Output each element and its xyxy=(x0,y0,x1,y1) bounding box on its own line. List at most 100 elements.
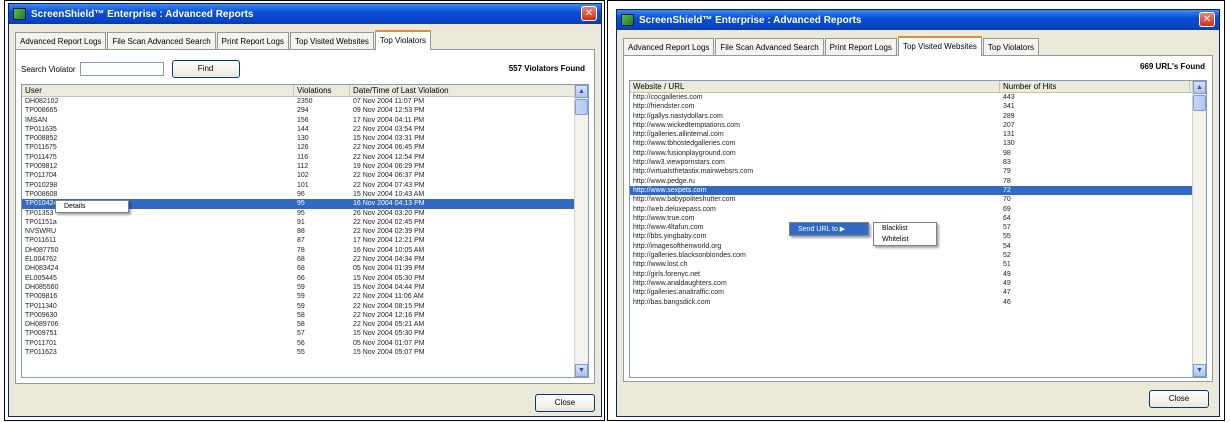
table-row[interactable]: http://www.babypoliteshutter.com 70 xyxy=(630,195,1206,204)
table-row[interactable]: http://ww3.viewpornstars.com 83 xyxy=(630,158,1206,167)
table-cell: DH087750 xyxy=(25,246,59,254)
table-row[interactable]: TP011611 87 17 Nov 2004 12:21 PM xyxy=(22,236,588,245)
context-menu-details[interactable]: Details xyxy=(56,201,128,212)
scroll-thumb[interactable] xyxy=(575,99,588,115)
tab-advanced-report-logs[interactable]: Advanced Report Logs xyxy=(623,38,715,55)
table-row[interactable]: TP009812 112 19 Nov 2004 06:29 PM xyxy=(22,162,588,171)
column-header-website-url[interactable]: Website / URL xyxy=(630,81,1000,92)
table-row[interactable]: NVSWRU 88 22 Nov 2004 02:39 PM xyxy=(22,227,588,236)
tab-top-violators[interactable]: Top Violators xyxy=(982,38,1040,55)
table-row[interactable]: TP010298 101 22 Nov 2004 07:43 PM xyxy=(22,181,588,190)
table-row[interactable]: http://www.wickedtemptations.com 207 xyxy=(630,121,1206,130)
scroll-down-icon[interactable]: ▼ xyxy=(1193,364,1206,377)
table-row[interactable]: http://web.deluxepass.com 69 xyxy=(630,205,1206,214)
left-close-window-icon[interactable]: ✕ xyxy=(581,6,597,21)
left-close-button[interactable]: Close xyxy=(535,394,595,412)
find-button[interactable]: Find xyxy=(171,60,240,78)
table-cell: 56 xyxy=(297,339,305,347)
left-tab-strip: Advanced Report Logs File Scan Advanced … xyxy=(15,30,595,50)
table-row[interactable]: http://www.tbhostedgalleries.com 130 xyxy=(630,139,1206,148)
table-cell: 68 xyxy=(297,256,305,264)
table-row[interactable]: http://virtualsthetastix.mainwebsrs.com 7… xyxy=(630,167,1206,176)
table-row[interactable]: TP008852 130 15 Nov 2004 03:31 PM xyxy=(22,134,588,143)
send-url-to-label: Send URL to xyxy=(798,226,838,233)
table-row[interactable]: TP008665 294 09 Nov 2004 12:53 PM xyxy=(22,106,588,115)
table-row[interactable]: TP011635 144 22 Nov 2004 03:54 PM xyxy=(22,125,588,134)
tab-top-visited-websites[interactable]: Top Visited Websites xyxy=(897,36,982,56)
table-row[interactable]: TP011701 56 05 Nov 2004 01:07 PM xyxy=(22,339,588,348)
table-row[interactable]: http://www.sexpets.com 72 xyxy=(630,185,1206,196)
table-row[interactable]: http://www.fusionplayground.com 98 xyxy=(630,149,1206,158)
table-row[interactable]: http://www.lost.ch 51 xyxy=(630,260,1206,269)
table-row[interactable]: IMSAN 156 17 Nov 2004 04:11 PM xyxy=(22,116,588,125)
table-row[interactable]: http://www.analdaughters.com 49 xyxy=(630,279,1206,288)
table-row[interactable]: EL005445 66 15 Nov 2004 05:30 PM xyxy=(22,274,588,283)
tab-print-report-logs[interactable]: Print Report Logs xyxy=(824,38,897,55)
submenu-whitelist[interactable]: Whitelist xyxy=(874,234,936,245)
table-cell: 15 Nov 2004 05:30 PM xyxy=(353,330,425,338)
column-header-number-of-hits[interactable]: Number of Hits xyxy=(1000,81,1190,92)
table-row[interactable]: http://bas.bangsdick.com 46 xyxy=(630,298,1206,307)
table-cell: 55 xyxy=(297,349,305,357)
table-cell: 78 xyxy=(1003,177,1011,185)
submenu-arrow-icon: ▶ xyxy=(839,226,846,233)
submenu-blacklist[interactable]: Blacklist xyxy=(874,223,936,234)
table-row[interactable]: TP011340 59 22 Nov 2004 08:15 PM xyxy=(22,302,588,311)
scroll-thumb[interactable] xyxy=(1193,95,1206,111)
table-row[interactable]: http://friendster.com 341 xyxy=(630,102,1206,111)
table-row[interactable]: TP011675 126 22 Nov 2004 06:45 PM xyxy=(22,143,588,152)
table-row[interactable]: TP008608 96 15 Nov 2004 10:43 AM xyxy=(22,190,588,199)
table-cell: 131 xyxy=(1003,131,1015,139)
tab-file-scan-advanced-search[interactable]: File Scan Advanced Search xyxy=(107,32,216,49)
table-row[interactable]: DH087750 78 16 Nov 2004 10:05 AM xyxy=(22,246,588,255)
column-header-user[interactable]: User xyxy=(22,85,294,96)
table-row[interactable]: TP009630 58 22 Nov 2004 12:16 PM xyxy=(22,311,588,320)
table-row[interactable]: DH089706 58 22 Nov 2004 05:21 AM xyxy=(22,320,588,329)
search-violator-input[interactable] xyxy=(79,62,164,76)
tab-file-scan-advanced-search[interactable]: File Scan Advanced Search xyxy=(715,38,824,55)
tab-top-visited-websites[interactable]: Top Visited Websites xyxy=(289,32,374,49)
table-row[interactable]: DH082102 2350 07 Nov 2004 11:07 PM xyxy=(22,97,588,106)
table-row[interactable]: http://www.pedge.ru 78 xyxy=(630,177,1206,186)
websites-scrollbar[interactable]: ▲ ▼ xyxy=(1192,81,1206,377)
table-cell: 22 Nov 2004 08:15 PM xyxy=(353,302,425,310)
column-header-violations[interactable]: Violations xyxy=(294,85,350,96)
table-cell: http://virtualsthetastix.mainwebsrs.com xyxy=(633,168,754,176)
table-cell: 26 Nov 2004 03:20 PM xyxy=(353,209,425,217)
table-row[interactable]: http://gallys.nastydollars.com 289 xyxy=(630,112,1206,121)
table-cell: NVSWRU xyxy=(25,228,57,236)
table-cell: 22 Nov 2004 06:45 PM xyxy=(353,144,425,152)
table-row[interactable]: TP011623 55 15 Nov 2004 05:07 PM xyxy=(22,348,588,357)
table-row[interactable]: http://galleries.blacksonblondes.com 52 xyxy=(630,251,1206,260)
table-row[interactable]: http://girls.forenyc.net 49 xyxy=(630,270,1206,279)
table-row[interactable]: DH085560 59 15 Nov 2004 04:44 PM xyxy=(22,283,588,292)
scroll-up-icon[interactable]: ▲ xyxy=(575,85,588,98)
right-close-button[interactable]: Close xyxy=(1149,390,1209,408)
table-row[interactable]: TP01151a 91 22 Nov 2004 02:45 PM xyxy=(22,218,588,227)
table-row[interactable]: http://galleries.analtraffic.com 47 xyxy=(630,288,1206,297)
tab-advanced-report-logs[interactable]: Advanced Report Logs xyxy=(15,32,107,49)
table-cell: TP008852 xyxy=(25,135,58,143)
right-close-window-icon[interactable]: ✕ xyxy=(1199,12,1215,27)
table-row[interactable]: TP011475 116 22 Nov 2004 12:54 PM xyxy=(22,153,588,162)
table-row[interactable]: http://galleries.allinternal.com 131 xyxy=(630,130,1206,139)
tab-top-violators[interactable]: Top Violators xyxy=(374,30,432,50)
violators-scrollbar[interactable]: ▲ ▼ xyxy=(574,85,588,377)
table-cell: 144 xyxy=(297,125,309,133)
table-row[interactable]: http://cocgalleries.com 443 xyxy=(630,93,1206,102)
right-title-bar[interactable]: ScreenShield™ Enterprise : Advanced Repo… xyxy=(617,10,1219,30)
scroll-up-icon[interactable]: ▲ xyxy=(1193,81,1206,94)
table-cell: 22 Nov 2004 03:54 PM xyxy=(353,125,425,133)
table-row[interactable]: TP009751 57 15 Nov 2004 05:30 PM xyxy=(22,329,588,338)
context-menu-send-url-to[interactable]: Send URL to ▶ xyxy=(790,223,868,235)
column-header-last-violation[interactable]: Date/Time of Last Violation xyxy=(350,85,576,96)
left-title-bar[interactable]: ScreenShield™ Enterprise : Advanced Repo… xyxy=(9,4,601,24)
table-row[interactable]: TP011704 102 22 Nov 2004 06:37 PM xyxy=(22,171,588,180)
table-cell: 130 xyxy=(1003,140,1015,148)
tab-print-report-logs[interactable]: Print Report Logs xyxy=(216,32,289,49)
violators-list[interactable]: User Violations Date/Time of Last Violat… xyxy=(21,84,589,378)
scroll-down-icon[interactable]: ▼ xyxy=(575,364,588,377)
table-row[interactable]: EL004762 68 22 Nov 2004 04:34 PM xyxy=(22,255,588,264)
table-row[interactable]: DH083424 68 05 Nov 2004 01:39 PM xyxy=(22,264,588,273)
table-row[interactable]: TP009816 59 22 Nov 2004 11:06 AM xyxy=(22,292,588,301)
